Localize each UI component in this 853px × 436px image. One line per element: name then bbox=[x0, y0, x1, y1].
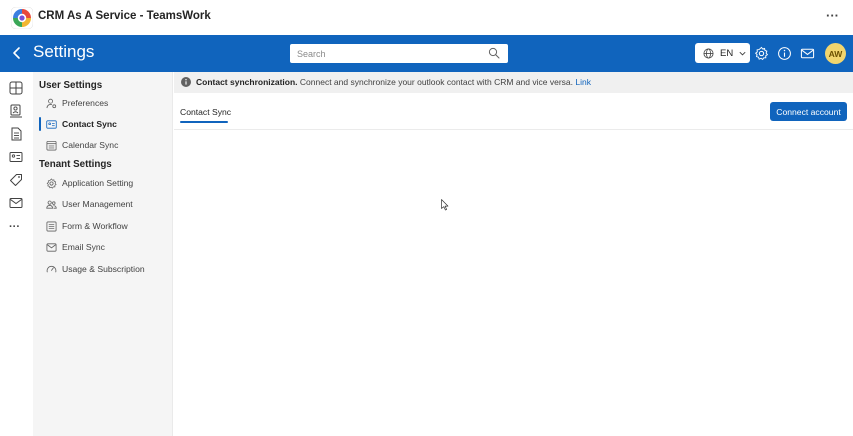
main-content: Contact synchronization. Connect and syn… bbox=[174, 72, 853, 436]
settings-sidebar: User Settings Preferences Contact Sync C… bbox=[33, 72, 173, 436]
tab-active-underline bbox=[180, 121, 228, 123]
page-title: Settings bbox=[33, 42, 95, 61]
tag-icon[interactable] bbox=[9, 173, 23, 187]
info-icon bbox=[181, 77, 191, 87]
sidebar-item-calendar-sync[interactable]: Calendar Sync bbox=[33, 135, 172, 155]
sidebar-item-label: Form & Workflow bbox=[62, 221, 128, 231]
sidebar-item-form-workflow[interactable]: Form & Workflow bbox=[33, 216, 172, 236]
globe-icon bbox=[703, 48, 714, 58]
app-logo-icon bbox=[11, 7, 33, 29]
sidebar-item-email-sync[interactable]: Email Sync bbox=[33, 237, 172, 257]
people-icon bbox=[46, 200, 57, 209]
mail-icon[interactable] bbox=[9, 196, 23, 210]
banner-title: Contact synchronization. bbox=[196, 77, 298, 87]
sidebar-item-label: Usage & Subscription bbox=[62, 264, 145, 274]
info-icon[interactable] bbox=[777, 46, 792, 61]
tenant-settings-heading: Tenant Settings bbox=[39, 159, 112, 170]
search-box[interactable] bbox=[290, 44, 508, 64]
sidebar-item-preferences[interactable]: Preferences bbox=[33, 93, 172, 113]
more-apps-icon[interactable]: ··· bbox=[9, 221, 20, 233]
search-input[interactable] bbox=[290, 44, 475, 64]
app-title: CRM As A Service - TeamsWork bbox=[38, 10, 211, 22]
more-options-icon[interactable]: ··· bbox=[826, 9, 839, 23]
connect-account-button[interactable]: Connect account bbox=[770, 102, 847, 121]
sidebar-item-user-management[interactable]: User Management bbox=[33, 194, 172, 214]
language-selector[interactable]: EN bbox=[695, 43, 750, 63]
calendar-icon bbox=[46, 140, 57, 150]
form-icon bbox=[46, 221, 57, 231]
contact-card-icon bbox=[46, 119, 57, 129]
language-label: EN bbox=[720, 47, 734, 59]
gear-icon bbox=[46, 177, 57, 189]
avatar[interactable]: AW bbox=[825, 43, 846, 64]
contacts-icon[interactable] bbox=[9, 104, 23, 118]
tab-divider bbox=[174, 129, 853, 130]
back-arrow-icon[interactable] bbox=[9, 45, 25, 61]
title-bar: CRM As A Service - TeamsWork ··· bbox=[0, 0, 853, 35]
grid-icon[interactable] bbox=[9, 81, 23, 95]
banner-message: Connect and synchronize your outlook con… bbox=[297, 77, 576, 87]
sidebar-item-label: Contact Sync bbox=[62, 119, 117, 129]
mail-icon bbox=[46, 242, 57, 252]
search-icon[interactable] bbox=[488, 47, 500, 59]
user-settings-heading: User Settings bbox=[39, 80, 103, 91]
tab-contact-sync[interactable]: Contact Sync bbox=[180, 107, 231, 117]
gauge-icon bbox=[46, 265, 57, 272]
info-banner: Contact synchronization. Connect and syn… bbox=[174, 72, 853, 93]
banner-link[interactable]: Link bbox=[575, 77, 591, 87]
sidebar-item-application-setting[interactable]: Application Setting bbox=[33, 173, 172, 193]
mouse-cursor-icon bbox=[441, 199, 449, 211]
sidebar-item-label: Preferences bbox=[62, 98, 109, 108]
gear-icon[interactable] bbox=[754, 46, 769, 61]
chevron-down-icon bbox=[739, 51, 746, 55]
sidebar-item-label: Calendar Sync bbox=[62, 140, 119, 150]
banner-text: Contact synchronization. Connect and syn… bbox=[196, 77, 591, 87]
sidebar-item-contact-sync[interactable]: Contact Sync bbox=[33, 114, 172, 134]
header-bar: Settings EN AW bbox=[0, 35, 853, 72]
sidebar-item-label: Email Sync bbox=[62, 242, 105, 252]
document-icon[interactable] bbox=[9, 127, 23, 141]
sidebar-item-label: Application Setting bbox=[62, 178, 134, 188]
active-indicator bbox=[39, 117, 41, 131]
app-rail: ··· bbox=[0, 72, 33, 436]
sidebar-item-label: User Management bbox=[62, 199, 133, 209]
person-settings-icon bbox=[46, 98, 57, 108]
mail-icon[interactable] bbox=[800, 46, 815, 61]
sidebar-item-usage-subscription[interactable]: Usage & Subscription bbox=[33, 259, 172, 279]
id-card-icon[interactable] bbox=[9, 150, 23, 164]
